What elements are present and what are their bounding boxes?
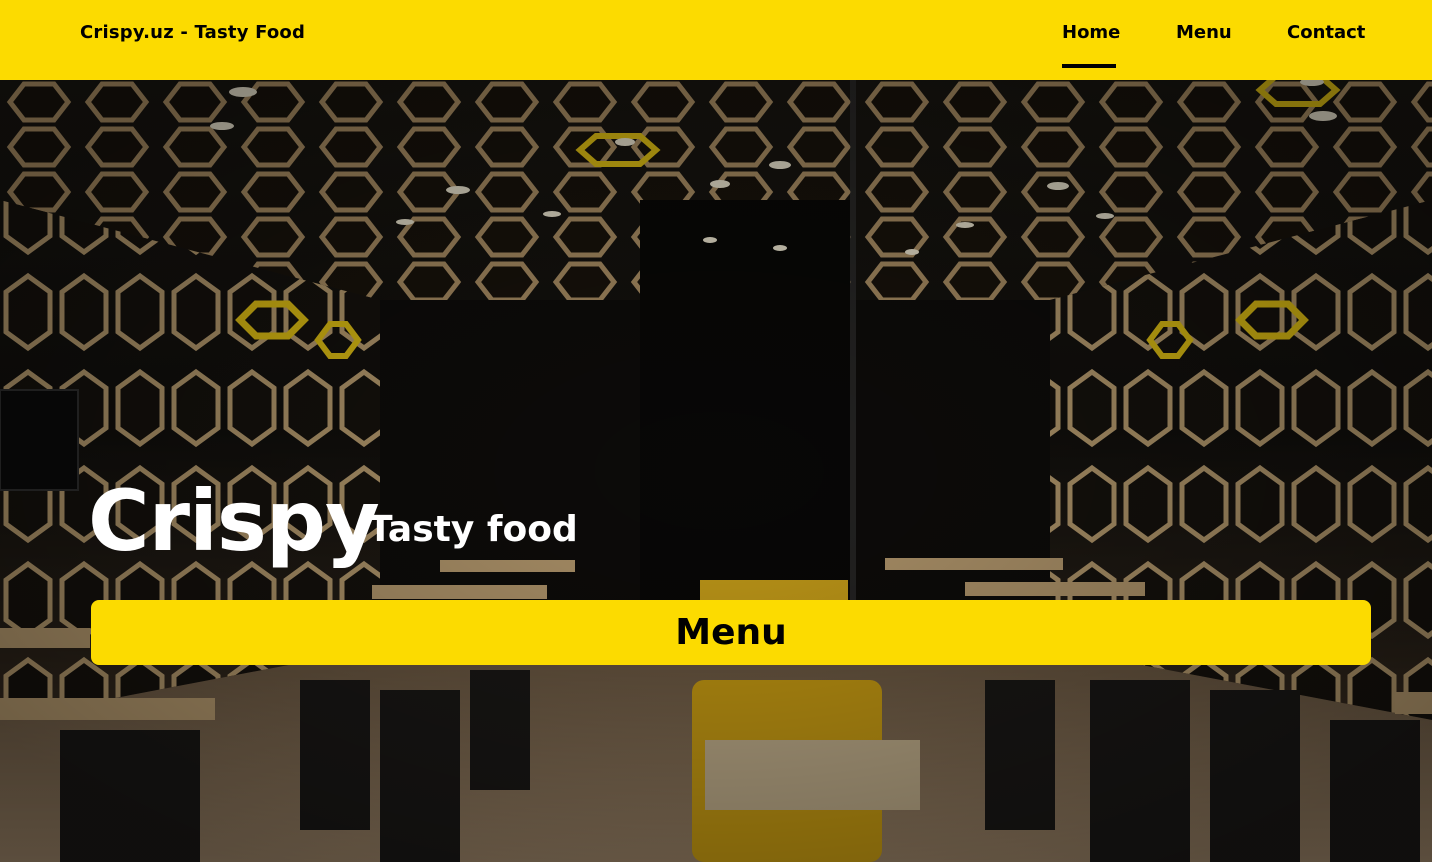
- menu-button[interactable]: Menu: [91, 600, 1371, 665]
- active-nav-indicator: [1062, 64, 1116, 68]
- nav-link-menu[interactable]: Menu: [1176, 22, 1232, 43]
- restaurant-interior-photo: [0, 80, 1432, 862]
- nav-link-contact[interactable]: Contact: [1287, 22, 1365, 43]
- nav-link-home[interactable]: Home: [1062, 22, 1120, 43]
- hero-title: Crispy: [88, 472, 380, 570]
- top-navbar: Crispy.uz - Tasty Food Home Menu Contact: [0, 0, 1432, 80]
- hero-subtitle: Tasty food: [368, 509, 578, 550]
- hero-section: Crispy Tasty food: [0, 80, 1432, 862]
- site-brand[interactable]: Crispy.uz - Tasty Food: [80, 22, 305, 43]
